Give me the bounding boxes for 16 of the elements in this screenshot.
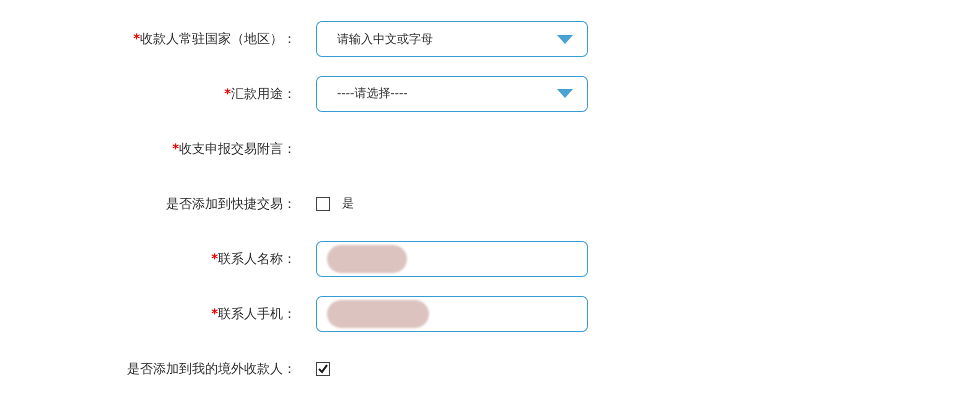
checkbox[interactable]: [316, 196, 330, 210]
field-label: *汇款用途：: [224, 86, 296, 102]
dropdown-caret-icon: [557, 34, 573, 44]
dropdown-field[interactable]: 请输入中文或字母: [316, 20, 588, 56]
checkbox[interactable]: [316, 362, 330, 376]
input-field[interactable]: [316, 296, 588, 332]
field-label: *联系人名称：: [211, 250, 296, 268]
field-label: *收款人常驻国家（地区）：: [133, 30, 296, 48]
field-label: *收支申报交易附言：: [172, 140, 296, 158]
checkbox-label: 是: [342, 195, 354, 212]
dropdown-caret-icon: [557, 89, 573, 98]
field-label: 是否添加到我的境外收款人：: [127, 360, 296, 378]
field-label: 是否添加到快捷交易：: [166, 196, 296, 212]
dropdown-field[interactable]: ----请选择----: [316, 76, 588, 112]
input-field[interactable]: [316, 240, 588, 276]
field-label: *联系人手机：: [211, 306, 296, 322]
